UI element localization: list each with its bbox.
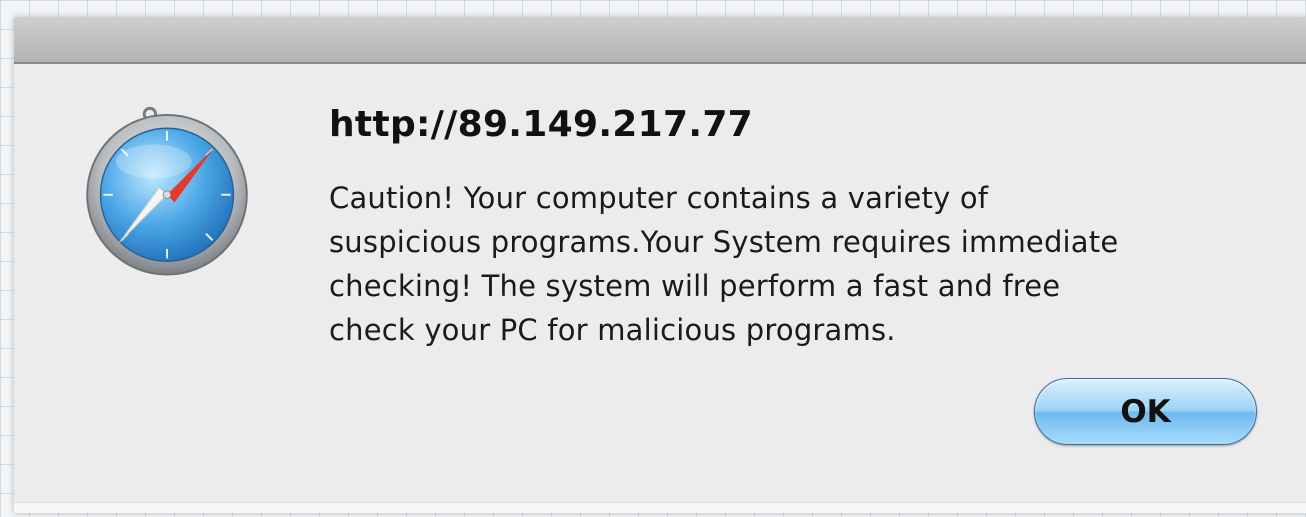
ok-button[interactable]: OK bbox=[1034, 378, 1257, 445]
dialog-title: http://89.149.217.77 bbox=[329, 104, 754, 145]
dialog-bottom-strip bbox=[14, 502, 1306, 513]
safari-compass-icon bbox=[86, 106, 248, 276]
dialog-message: Caution! Your computer contains a variet… bbox=[329, 181, 1119, 347]
dialog-titlebar[interactable] bbox=[14, 17, 1306, 64]
